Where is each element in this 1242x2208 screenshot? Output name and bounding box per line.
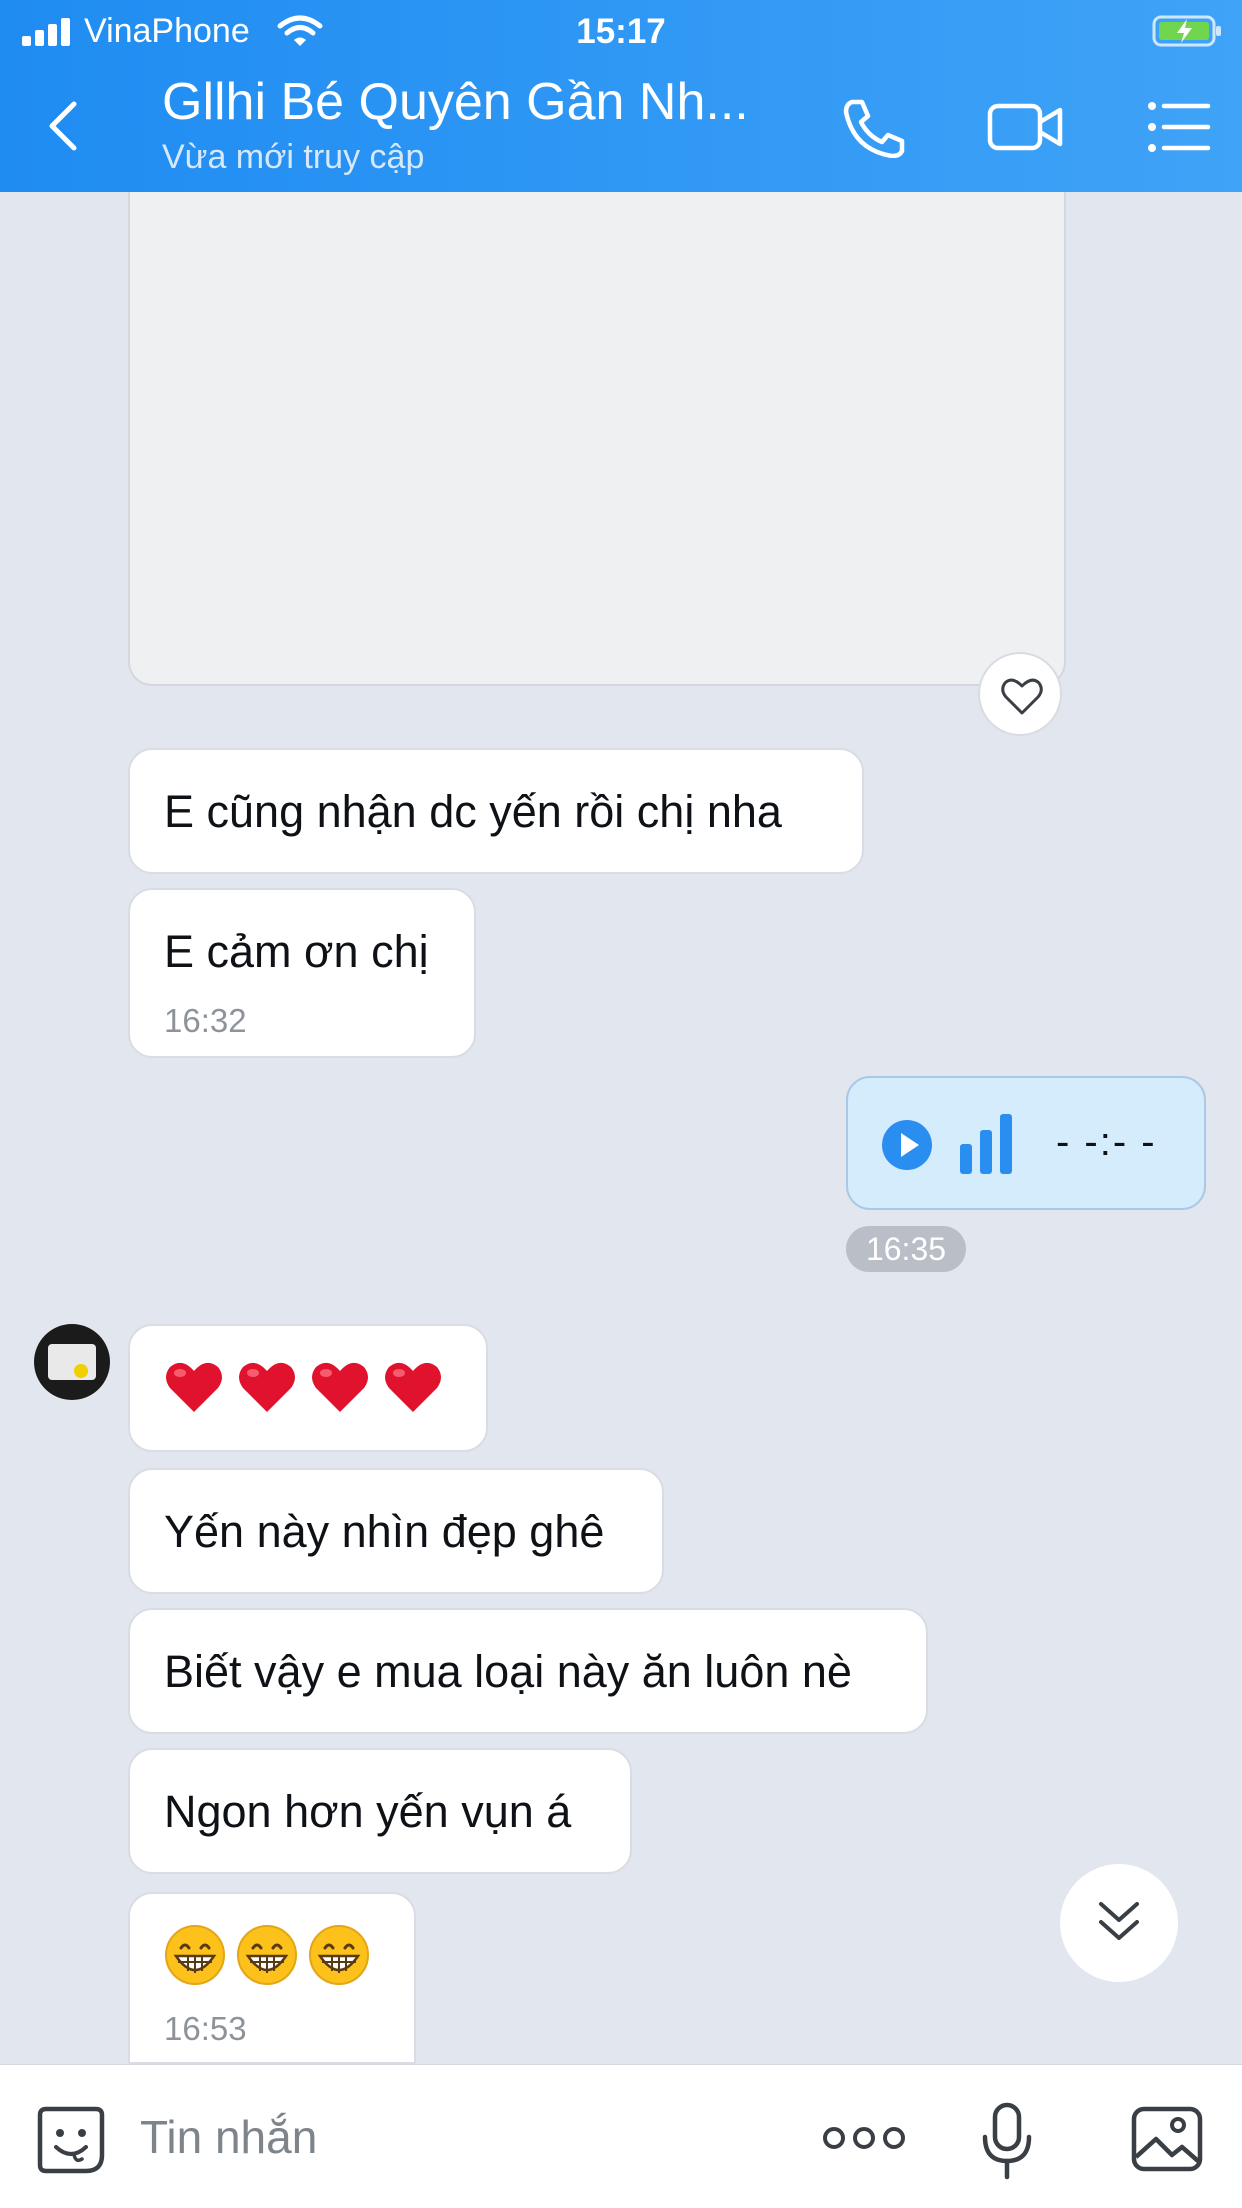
presence-status: Vừa mới truy cập bbox=[162, 138, 425, 176]
message-bubble[interactable]: Yến này nhìn đẹp ghê bbox=[128, 1468, 664, 1594]
status-bar: VinaPhone 15:17 bbox=[0, 0, 1242, 62]
message-bubble[interactable]: 16:53 bbox=[128, 1892, 416, 2064]
react-button[interactable] bbox=[978, 652, 1062, 736]
message-text: E cũng nhận dc yến rồi chị nha bbox=[164, 786, 782, 837]
audio-bars-icon bbox=[960, 1114, 1016, 1174]
phone-icon bbox=[843, 99, 905, 159]
image-picker-button[interactable] bbox=[1130, 2105, 1204, 2173]
options-menu-button[interactable] bbox=[1144, 96, 1214, 158]
video-icon bbox=[987, 103, 1063, 151]
emoji-message bbox=[164, 1924, 380, 1986]
message-time: 16:32 bbox=[164, 1002, 247, 1039]
heart-outline-icon bbox=[1001, 678, 1043, 715]
chat-header: VinaPhone 15:17 Gllhi Bé Quyên Gần Nh...… bbox=[0, 0, 1242, 192]
message-list[interactable]: E cũng nhận dc yến rồi chị nha E cảm ơn … bbox=[0, 192, 1242, 2064]
more-icon bbox=[823, 2127, 905, 2149]
message-text: Ngon hơn yến vụn á bbox=[164, 1786, 572, 1837]
contact-name[interactable]: Gllhi Bé Quyên Gần Nh... bbox=[162, 72, 749, 132]
grin-emoji-icon bbox=[165, 1925, 225, 1985]
back-button[interactable] bbox=[40, 96, 90, 156]
message-time: 16:53 bbox=[164, 2010, 247, 2047]
message-bubble[interactable]: Ngon hơn yến vụn á bbox=[128, 1748, 632, 1874]
image-icon bbox=[1131, 2106, 1203, 2172]
back-icon bbox=[49, 101, 77, 151]
voice-message[interactable]: - -:- - bbox=[846, 1076, 1206, 1210]
grin-emoji-icon bbox=[237, 1925, 297, 1985]
video-call-button[interactable] bbox=[986, 96, 1064, 158]
avatar[interactable] bbox=[34, 1324, 110, 1400]
heart-emoji-icon bbox=[166, 1362, 222, 1413]
battery-charging-icon bbox=[1152, 14, 1224, 48]
voice-duration: - -:- - bbox=[1056, 1120, 1157, 1164]
microphone-icon bbox=[982, 2102, 1032, 2180]
sticker-icon bbox=[37, 2106, 105, 2174]
heart-emoji-icon bbox=[312, 1362, 368, 1413]
image-message[interactable] bbox=[128, 192, 1066, 686]
sticker-button[interactable] bbox=[36, 2105, 106, 2175]
heart-emoji-icon bbox=[239, 1362, 295, 1413]
emoji-message bbox=[164, 1358, 456, 1415]
message-bubble[interactable]: E cảm ơn chị 16:32 bbox=[128, 888, 476, 1058]
voice-record-button[interactable] bbox=[980, 2101, 1034, 2181]
message-input[interactable] bbox=[140, 2109, 780, 2165]
heart-emoji-icon bbox=[385, 1362, 441, 1413]
scroll-to-bottom-button[interactable] bbox=[1060, 1864, 1178, 1982]
message-bubble[interactable]: Biết vậy e mua loại này ăn luôn nè bbox=[128, 1608, 928, 1734]
more-options-button[interactable] bbox=[822, 2123, 906, 2153]
message-time: 16:35 bbox=[846, 1226, 966, 1272]
message-text: Biết vậy e mua loại này ăn luôn nè bbox=[164, 1646, 852, 1697]
call-button[interactable] bbox=[838, 96, 908, 159]
play-icon[interactable] bbox=[882, 1120, 932, 1170]
message-bubble[interactable]: E cũng nhận dc yến rồi chị nha bbox=[128, 748, 864, 874]
message-bubble[interactable] bbox=[128, 1324, 488, 1452]
message-text: Yến này nhìn đẹp ghê bbox=[164, 1506, 605, 1557]
composer-bar bbox=[0, 2064, 1242, 2208]
menu-icon bbox=[1148, 102, 1211, 152]
chevron-double-down-icon bbox=[1099, 1902, 1139, 1940]
message-text: E cảm ơn chị bbox=[164, 926, 429, 977]
status-time: 15:17 bbox=[576, 12, 666, 51]
grin-emoji-icon bbox=[309, 1925, 369, 1985]
